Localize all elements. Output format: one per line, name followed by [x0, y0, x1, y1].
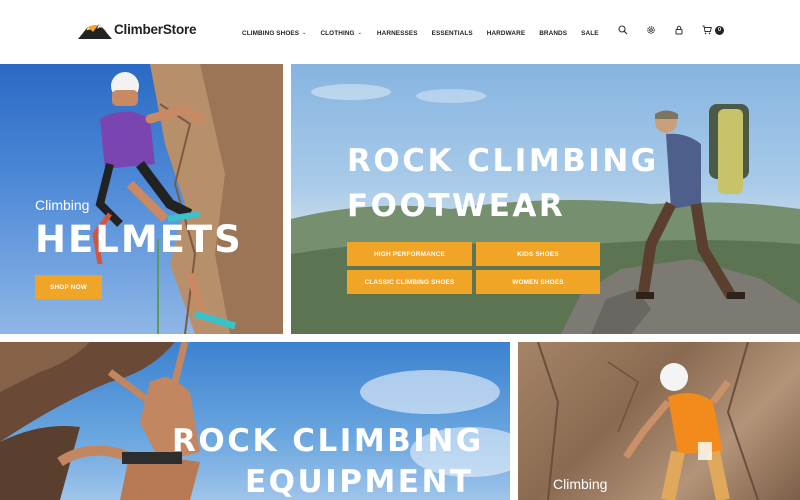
nav-label: BRANDS — [539, 29, 568, 37]
header-icons: 0 — [616, 23, 724, 37]
cart-icon[interactable] — [700, 23, 714, 37]
equipment-title-line2: EQUIPMENT — [245, 464, 474, 500]
logo-text: ClimberStore — [114, 21, 197, 37]
banner-equipment[interactable]: ROCK CLIMBING EQUIPMENT — [0, 342, 510, 500]
classic-climbing-shoes-button[interactable]: CLASSIC CLIMBING SHOES — [347, 270, 472, 294]
equipment-title-line1: ROCK CLIMBING — [172, 423, 484, 459]
kids-shoes-button[interactable]: KIDS SHOES — [476, 242, 600, 266]
chevron-down-icon: ⌄ — [302, 30, 307, 36]
nav-harnesses[interactable]: HARNESSES — [377, 30, 418, 37]
high-performance-button[interactable]: HIGH PERFORMANCE — [347, 242, 472, 266]
women-shoes-button[interactable]: WOMEN SHOES — [476, 270, 600, 294]
nav-label: CLOTHING — [320, 29, 355, 37]
logo[interactable]: ClimberStore — [78, 16, 197, 42]
nav-label: HARNESSES — [376, 29, 418, 37]
nav-hardware[interactable]: HARDWARE — [487, 30, 525, 37]
shop-now-button[interactable]: SHOP NOW — [35, 275, 102, 299]
footwear-title-line1: ROCK CLIMBING — [347, 143, 659, 179]
cart[interactable]: 0 — [700, 23, 724, 37]
main-nav: CLIMBING SHOES ⌄ CLOTHING ⌄ HARNESSES ES… — [242, 27, 613, 39]
nav-label: CLIMBING SHOES — [242, 29, 300, 37]
nav-brands[interactable]: BRANDS — [539, 30, 567, 37]
nav-essentials[interactable]: ESSENTIALS — [432, 30, 473, 37]
helmets-title: HELMETS — [35, 218, 243, 261]
chevron-down-icon: ⌄ — [357, 30, 362, 36]
search-icon[interactable] — [616, 23, 630, 37]
banner-climbing[interactable]: Climbing — [518, 342, 800, 500]
footwear-title-line2: FOOTWEAR — [347, 188, 566, 224]
nav-label: HARDWARE — [486, 29, 526, 37]
nav-label: SALE — [581, 29, 599, 37]
mountain-logo-icon — [78, 24, 112, 39]
cart-count-badge: 0 — [715, 25, 724, 35]
lock-icon[interactable] — [672, 23, 686, 37]
nav-label: ESSENTIALS — [431, 29, 473, 37]
nav-climbing-shoes[interactable]: CLIMBING SHOES ⌄ — [242, 30, 306, 37]
banner-footwear[interactable]: ROCK CLIMBING FOOTWEAR HIGH PERFORMANCE … — [291, 64, 800, 334]
helmets-subtitle: Climbing — [35, 197, 90, 213]
site-header: ClimberStore CLIMBING SHOES ⌄ CLOTHING ⌄… — [0, 0, 800, 62]
gear-icon[interactable] — [644, 23, 658, 37]
climbing-subtitle: Climbing — [553, 476, 608, 492]
nav-clothing[interactable]: CLOTHING ⌄ — [320, 30, 361, 37]
banner-helmets[interactable]: Climbing HELMETS SHOP NOW — [0, 64, 283, 334]
nav-sale[interactable]: SALE — [581, 30, 598, 37]
